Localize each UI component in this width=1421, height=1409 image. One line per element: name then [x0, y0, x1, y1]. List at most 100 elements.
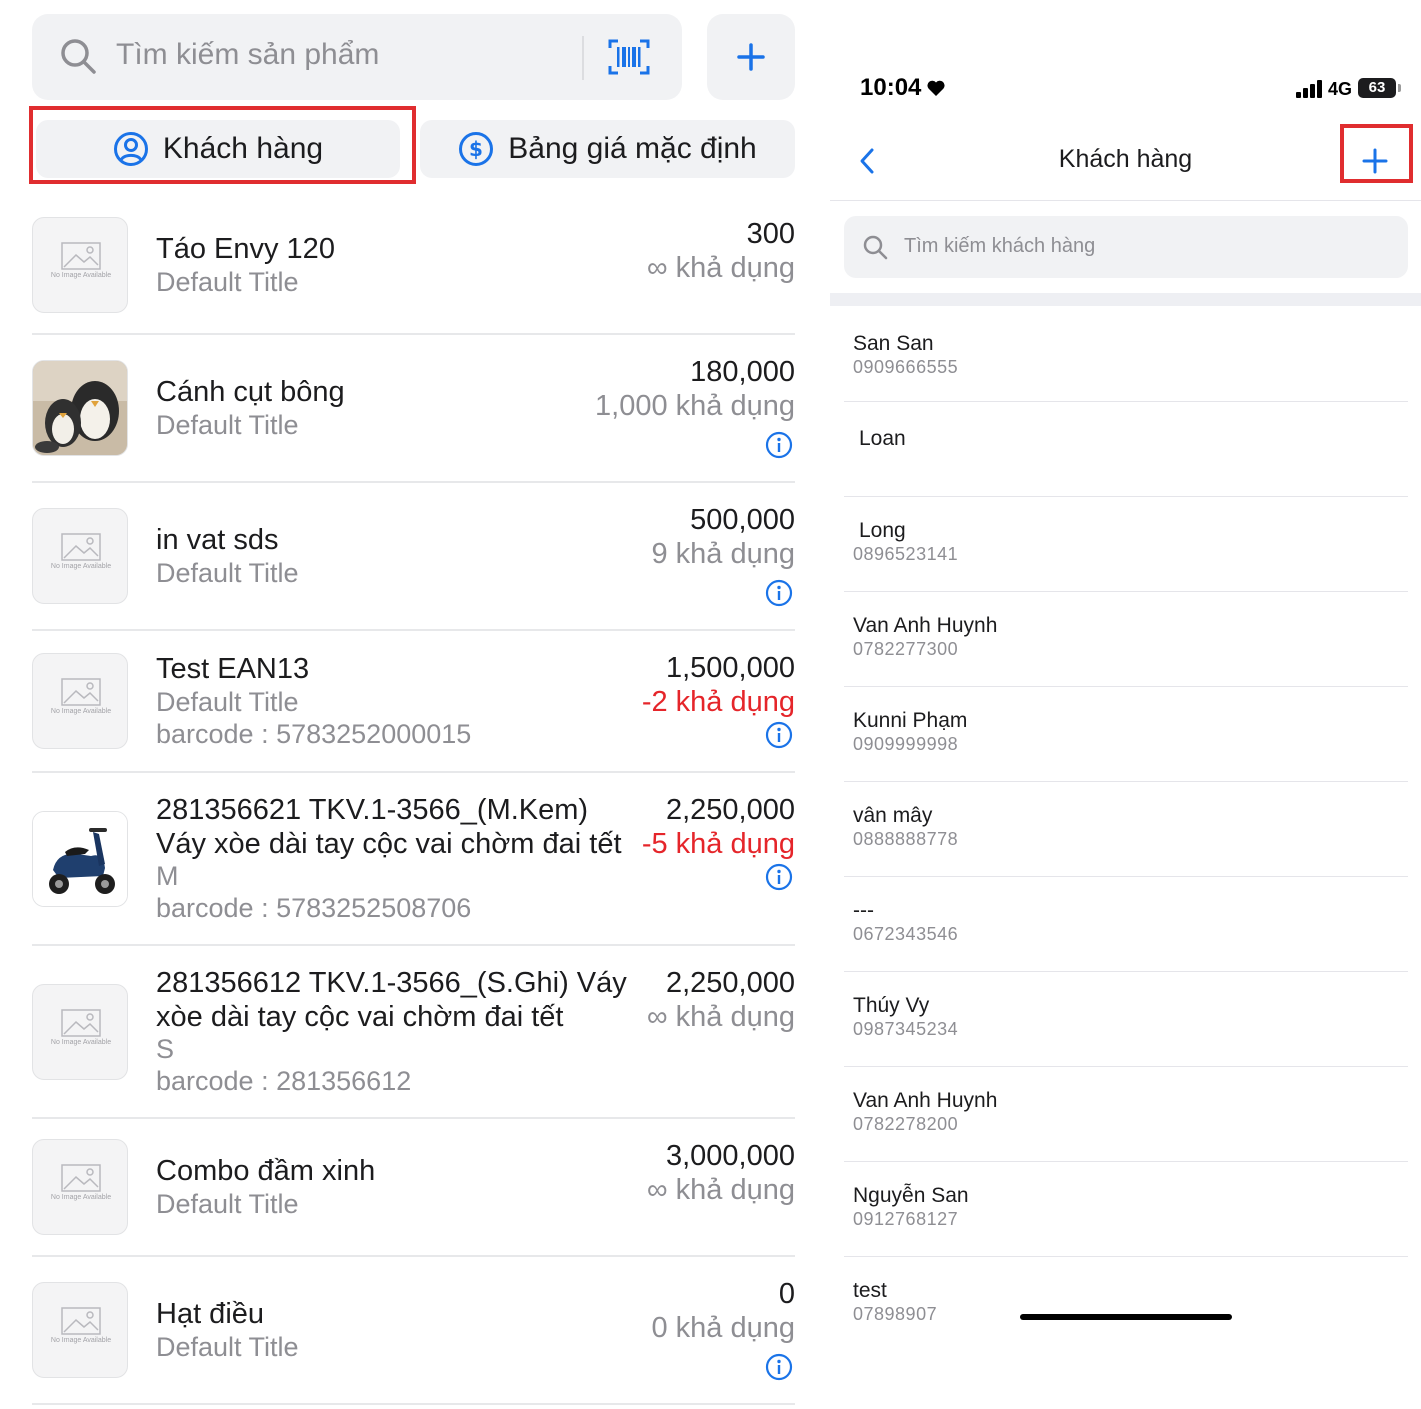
product-stock-negative: -2 khả dụng — [641, 686, 795, 718]
home-indicator — [1020, 1314, 1232, 1320]
product-row[interactable]: No Image Available Combo đầm xinh Defaul… — [32, 1119, 795, 1257]
product-stock: 0 khả dụng — [651, 1312, 795, 1344]
customer-name: vân mây — [853, 804, 933, 827]
customer-name: --- — [853, 899, 874, 922]
customer-list-item[interactable]: Long 0896523141 — [844, 497, 1408, 592]
product-stock: ∞ khả dụng — [646, 1174, 795, 1206]
image-placeholder-icon — [61, 1164, 101, 1192]
product-variant: Default Title — [156, 1189, 299, 1219]
section-separator — [830, 293, 1421, 306]
product-stock: ∞ khả dụng — [646, 1001, 795, 1033]
svg-text:$: $ — [469, 137, 483, 161]
product-row[interactable]: No Image Available Test EAN13 Default Ti… — [32, 631, 795, 773]
no-image-caption: No Image Available — [50, 1039, 112, 1046]
product-variant: M — [156, 861, 179, 891]
penguin-plush-photo — [32, 360, 128, 456]
search-divider — [582, 36, 584, 80]
product-row[interactable]: No Image Available in vat sds Default Ti… — [32, 483, 795, 631]
product-search-input[interactable]: Tìm kiếm sản phẩm — [116, 38, 379, 72]
product-row[interactable]: No Image Available Táo Envy 120 Default … — [32, 200, 795, 335]
no-image-placeholder: No Image Available — [32, 984, 128, 1080]
plus-icon — [737, 43, 765, 71]
product-name-line2: Váy xòe dài tay cộc vai chờm đai tết — [156, 828, 622, 860]
customer-name: Kunni Phạm — [853, 709, 968, 732]
image-placeholder-icon — [61, 533, 101, 561]
customer-name: Long — [859, 519, 906, 542]
image-placeholder-icon — [61, 678, 101, 706]
status-time: 10:04 — [860, 74, 922, 101]
product-variant: Default Title — [156, 410, 299, 440]
network-label: 4G — [1328, 79, 1353, 99]
customer-list-item[interactable]: Loan — [844, 402, 1408, 497]
product-row[interactable]: 281356621 TKV.1-3566_(M.Kem) Váy xòe dài… — [32, 773, 795, 946]
customer-phone: 07898907 — [853, 1304, 938, 1324]
customer-search-input[interactable]: Tìm kiếm khách hàng — [904, 235, 1095, 258]
dollar-circle-icon: $ — [459, 132, 494, 166]
no-image-caption: No Image Available — [50, 563, 112, 570]
no-image-placeholder: No Image Available — [32, 653, 128, 749]
product-name: Combo đầm xinh — [156, 1155, 376, 1187]
image-placeholder-icon — [61, 242, 101, 270]
product-barcode: barcode : 5783252000015 — [156, 719, 472, 749]
customer-list-item[interactable]: --- 0672343546 — [844, 877, 1408, 972]
search-icon — [61, 39, 96, 74]
customer-name: test — [853, 1279, 887, 1302]
customer-list-item[interactable]: Van Anh Huynh 0782277300 — [844, 592, 1408, 687]
info-icon[interactable] — [765, 721, 793, 749]
customer-name: Thúy Vy — [853, 994, 930, 1017]
customer-list-item[interactable]: Van Anh Huynh 0782278200 — [844, 1067, 1408, 1162]
product-stock: 9 khả dụng — [651, 538, 795, 570]
info-icon[interactable] — [765, 1353, 793, 1381]
customer-name: Loan — [859, 427, 906, 450]
penguin-plush-image — [33, 361, 127, 455]
customer-list-item[interactable]: Kunni Phạm 0909999998 — [844, 687, 1408, 782]
customer-phone: 0782277300 — [853, 639, 959, 659]
info-icon[interactable] — [765, 431, 793, 459]
product-row[interactable]: No Image Available 281356612 TKV.1-3566_… — [32, 946, 795, 1119]
product-price: 2,250,000 — [665, 967, 795, 999]
no-image-placeholder: No Image Available — [32, 1282, 128, 1378]
customer-list-item[interactable]: vân mây 0888888778 — [844, 782, 1408, 877]
customer-name: Van Anh Huynh — [853, 614, 998, 637]
price-list-chip-label: Bảng giá mặc định — [508, 132, 757, 165]
barcode-scan-icon[interactable] — [608, 38, 650, 76]
customer-search-bar[interactable]: Tìm kiếm khách hàng — [844, 216, 1408, 278]
price-list-chip-button[interactable]: $ Bảng giá mặc định — [420, 120, 795, 178]
product-price: 0 — [778, 1278, 795, 1310]
customer-screen: 10:04 4G 63 Khách hàng Tìm kiếm khách hà… — [830, 0, 1421, 1409]
customer-phone: 0888888778 — [853, 829, 959, 849]
add-product-button[interactable] — [707, 14, 795, 100]
no-image-placeholder: No Image Available — [32, 1139, 128, 1235]
customer-phone: 0782278200 — [853, 1114, 959, 1134]
product-row[interactable]: Cánh cụt bông Default Title 180,000 1,00… — [32, 335, 795, 483]
battery-icon: 63 — [1358, 78, 1396, 98]
product-name: 281356621 TKV.1-3566_(M.Kem) — [156, 794, 589, 826]
page-title: Khách hàng — [1058, 145, 1193, 173]
product-variant: Default Title — [156, 1332, 299, 1362]
signal-icon — [1296, 80, 1322, 98]
product-name: in vat sds — [156, 524, 279, 556]
product-name: Táo Envy 120 — [156, 233, 335, 265]
nav-divider — [830, 200, 1421, 201]
product-name: Test EAN13 — [156, 653, 310, 685]
no-image-placeholder: No Image Available — [32, 508, 128, 604]
no-image-caption: No Image Available — [50, 1194, 112, 1201]
product-stock: ∞ khả dụng — [646, 252, 795, 284]
product-search-bar[interactable]: Tìm kiếm sản phẩm — [32, 14, 682, 100]
product-price: 180,000 — [690, 356, 795, 388]
scooter-image — [33, 812, 127, 906]
product-name: Cánh cụt bông — [156, 376, 345, 408]
no-image-placeholder: No Image Available — [32, 217, 128, 313]
customer-list-item[interactable]: Thúy Vy 0987345234 — [844, 972, 1408, 1067]
customer-list-item[interactable]: test 07898907 — [844, 1257, 1408, 1352]
info-icon[interactable] — [765, 863, 793, 891]
product-barcode: barcode : 5783252508706 — [156, 893, 472, 923]
customer-phone: 0672343546 — [853, 924, 959, 944]
product-name-line2: xòe dài tay cộc vai chờm đai tết — [156, 1001, 564, 1033]
customer-list-item[interactable]: Nguyễn San 0912768127 — [844, 1162, 1408, 1257]
customer-list-item[interactable]: San San 0909666555 — [844, 307, 1408, 402]
product-row[interactable]: No Image Available Hạt điều Default Titl… — [32, 1257, 795, 1405]
product-name: Hạt điều — [156, 1298, 265, 1330]
info-icon[interactable] — [765, 579, 793, 607]
no-image-caption: No Image Available — [50, 708, 112, 715]
